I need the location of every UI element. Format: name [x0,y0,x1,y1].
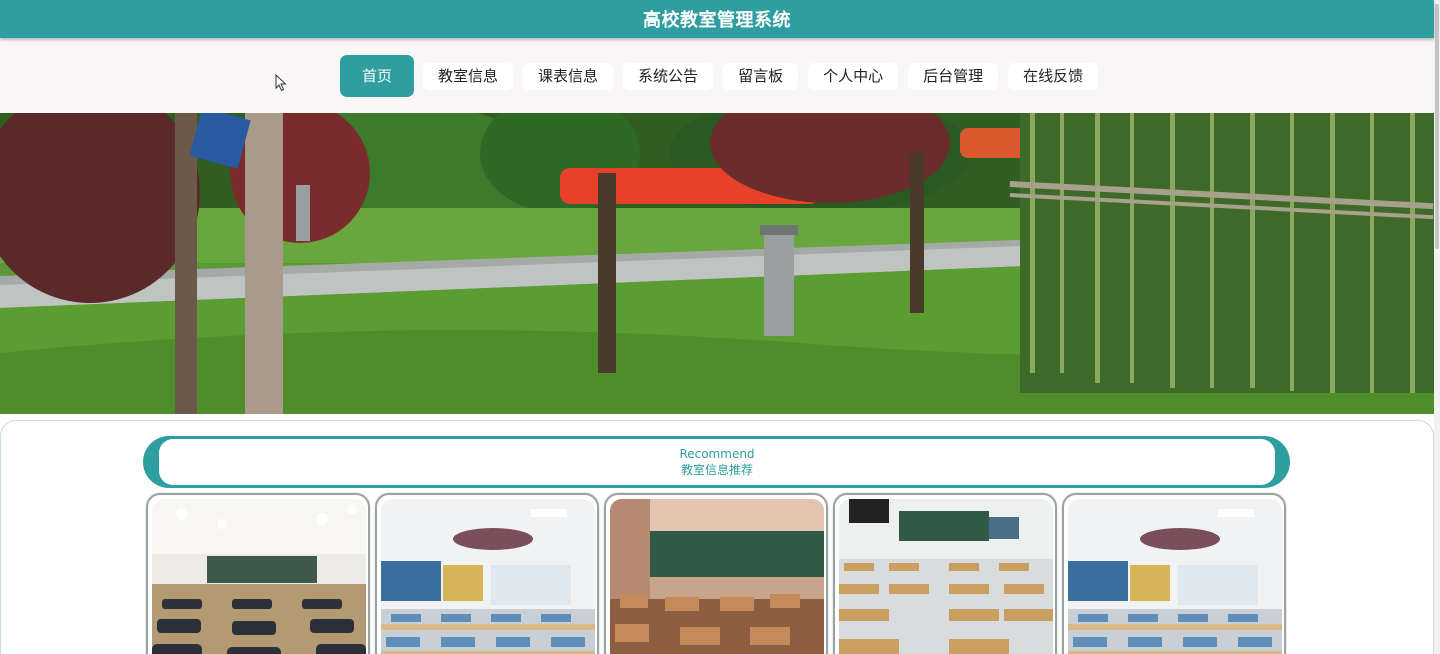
nav-feedback[interactable]: 在线反馈 [1008,62,1099,90]
recommend-card[interactable] [833,493,1057,654]
classroom-photo [610,499,824,654]
title-bar: 高校教室管理系统 [0,0,1434,38]
recommend-card[interactable] [375,493,599,654]
recommend-title-en: Recommend [679,447,755,461]
nav-classroom-info[interactable]: 教室信息 [423,62,514,90]
recommend-header: Recommend 教室信息推荐 [159,439,1275,485]
classroom-photo [839,499,1053,654]
recommend-card[interactable] [146,493,370,654]
recommend-card[interactable] [604,493,828,654]
nav-admin[interactable]: 后台管理 [908,62,999,90]
recommend-card-list [146,493,1291,654]
classroom-photo [1068,499,1282,654]
mouse-cursor-icon [275,74,287,92]
nav-announcements[interactable]: 系统公告 [623,62,714,90]
classroom-photo [381,499,595,654]
recommend-title-cn: 教室信息推荐 [680,463,753,477]
banner-carousel[interactable] [0,113,1434,414]
nav-home[interactable]: 首页 [340,55,415,97]
main-nav: 首页 教室信息 课表信息 系统公告 留言板 个人中心 后台管理 在线反馈 [340,55,1108,97]
page: 高校教室管理系统 首页 教室信息 课表信息 系统公告 留言板 个人中心 后台管理… [0,0,1440,654]
nav-message-board[interactable]: 留言板 [723,62,799,90]
nav-personal-center[interactable]: 个人中心 [808,62,899,90]
site-title: 高校教室管理系统 [643,10,791,31]
nav-schedule-info[interactable]: 课表信息 [523,62,614,90]
nav-bar: 首页 教室信息 课表信息 系统公告 留言板 个人中心 后台管理 在线反馈 [0,38,1434,113]
campus-scene-image [0,113,1434,414]
recommend-card[interactable] [1062,493,1286,654]
classroom-photo [152,499,366,654]
page-scrollbar-thumb[interactable] [1435,4,1439,249]
